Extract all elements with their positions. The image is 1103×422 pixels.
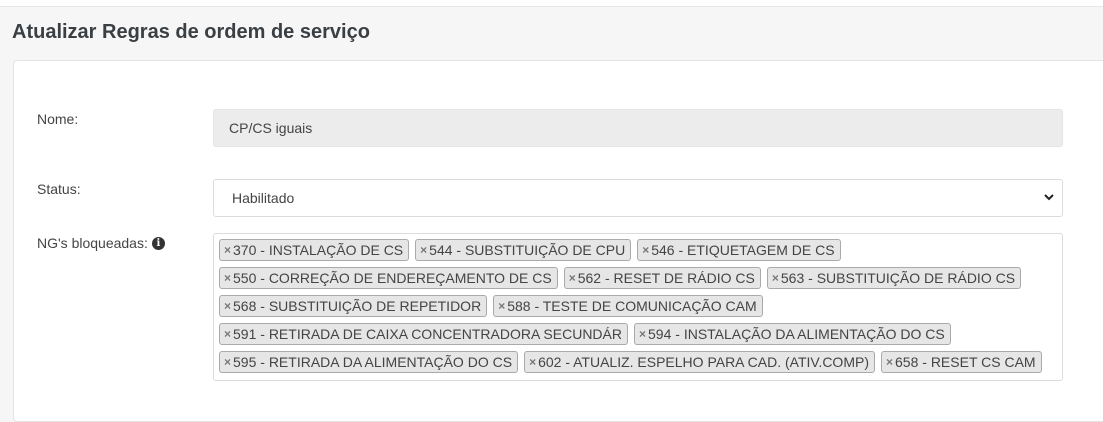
remove-tag-icon[interactable]: ×	[886, 355, 893, 369]
remove-tag-icon[interactable]: ×	[224, 271, 231, 285]
selected-tag: × 591 - RETIRADA DE CAIXA CONCENTRADORA S…	[219, 323, 628, 345]
tag-row: × 550 - CORREÇÃO DE ENDEREÇAMENTO DE CS × 5…	[219, 267, 1058, 289]
selected-tag: × 602 - ATUALIZ. ESPELHO PARA CAD. (ATIV.…	[524, 351, 875, 373]
remove-tag-icon[interactable]: ×	[639, 327, 646, 341]
tag-row: × 370 - INSTALAÇÃO DE CS × 544 - SUBSTITUIÇ…	[219, 239, 1058, 261]
nome-label: Nome:	[37, 111, 79, 127]
tag-label: 550 - CORREÇÃO DE ENDEREÇAMENTO DE CS	[233, 270, 552, 286]
selected-tag: × 594 - INSTALAÇÃO DA ALIMENTAÇÃO DO CS	[634, 323, 951, 345]
tag-label: 588 - TESTE DE COMUNICAÇÃO CAM	[507, 298, 757, 314]
tag-label: 591 - RETIRADA DE CAIXA CONCENTRADORA SE…	[233, 326, 622, 342]
nome-field: CP/CS iguais	[213, 109, 1063, 147]
info-icon[interactable]: i	[151, 236, 165, 250]
page-title: Atualizar Regras de ordem de serviço	[12, 21, 370, 43]
tag-label: 562 - RESET DE RÁDIO CS	[577, 270, 755, 286]
tag-label: 546 - ETIQUETAGEM DE CS	[651, 242, 835, 258]
selected-tag: × 562 - RESET DE RÁDIO CS	[563, 267, 761, 289]
tag-label: 568 - SUBSTITUIÇÃO DE REPETIDOR	[233, 298, 482, 314]
remove-tag-icon[interactable]: ×	[224, 355, 231, 369]
tag-label: 658 - RESET CS CAM	[895, 354, 1036, 370]
selected-tag: × 563 - SUBSTITUIÇÃO DE RÁDIO CS	[766, 267, 1022, 289]
status-label: Status:	[37, 181, 81, 197]
chevron-down-icon	[1044, 194, 1054, 201]
ng-bloqueadas-multiselect[interactable]: × 370 - INSTALAÇÃO DE CS × 544 - SUBSTITUIÇ…	[213, 233, 1063, 381]
remove-tag-icon[interactable]: ×	[772, 271, 779, 285]
tag-label: 602 - ATUALIZ. ESPELHO PARA CAD. (ATIV.C…	[538, 354, 869, 370]
ng-bloqueadas-label-text: NG's bloqueadas:	[37, 235, 148, 251]
tag-label: 544 - SUBSTITUIÇÃO DE CPU	[429, 242, 626, 258]
remove-tag-icon[interactable]: ×	[498, 299, 505, 313]
selected-tag: × 544 - SUBSTITUIÇÃO DE CPU	[415, 239, 632, 261]
ng-bloqueadas-label: NG's bloqueadas: i	[37, 235, 165, 251]
remove-tag-icon[interactable]: ×	[642, 243, 649, 257]
remove-tag-icon[interactable]: ×	[224, 327, 231, 341]
status-selected-value: Habilitado	[232, 190, 295, 206]
selected-tag: × 370 - INSTALAÇÃO DE CS	[219, 239, 410, 261]
status-select[interactable]: Habilitado	[213, 179, 1063, 217]
remove-tag-icon[interactable]: ×	[420, 243, 427, 257]
selected-tag: × 550 - CORREÇÃO DE ENDEREÇAMENTO DE CS	[219, 267, 558, 289]
selected-tag: × 546 - ETIQUETAGEM DE CS	[637, 239, 841, 261]
remove-tag-icon[interactable]: ×	[224, 243, 231, 257]
tag-row: × 568 - SUBSTITUIÇÃO DE REPETIDOR × 588 - T…	[219, 295, 1058, 317]
selected-tag: × 588 - TESTE DE COMUNICAÇÃO CAM	[493, 295, 763, 317]
tag-label: 594 - INSTALAÇÃO DA ALIMENTAÇÃO DO CS	[648, 326, 945, 342]
selected-tag: × 658 - RESET CS CAM	[881, 351, 1042, 373]
tag-row: × 591 - RETIRADA DE CAIXA CONCENTRADORA S…	[219, 323, 1058, 345]
tag-label: 370 - INSTALAÇÃO DE CS	[233, 242, 404, 258]
tag-label: 563 - SUBSTITUIÇÃO DE RÁDIO CS	[780, 270, 1016, 286]
top-bar	[0, 0, 1103, 7]
selected-tag: × 568 - SUBSTITUIÇÃO DE REPETIDOR	[219, 295, 488, 317]
tag-label: 595 - RETIRADA DA ALIMENTAÇÃO DO CS	[233, 354, 513, 370]
remove-tag-icon[interactable]: ×	[529, 355, 536, 369]
remove-tag-icon[interactable]: ×	[569, 271, 576, 285]
tag-row: × 595 - RETIRADA DA ALIMENTAÇÃO DO CS × 602…	[219, 351, 1058, 373]
selected-tag: × 595 - RETIRADA DA ALIMENTAÇÃO DO CS	[219, 351, 519, 373]
remove-tag-icon[interactable]: ×	[224, 299, 231, 313]
